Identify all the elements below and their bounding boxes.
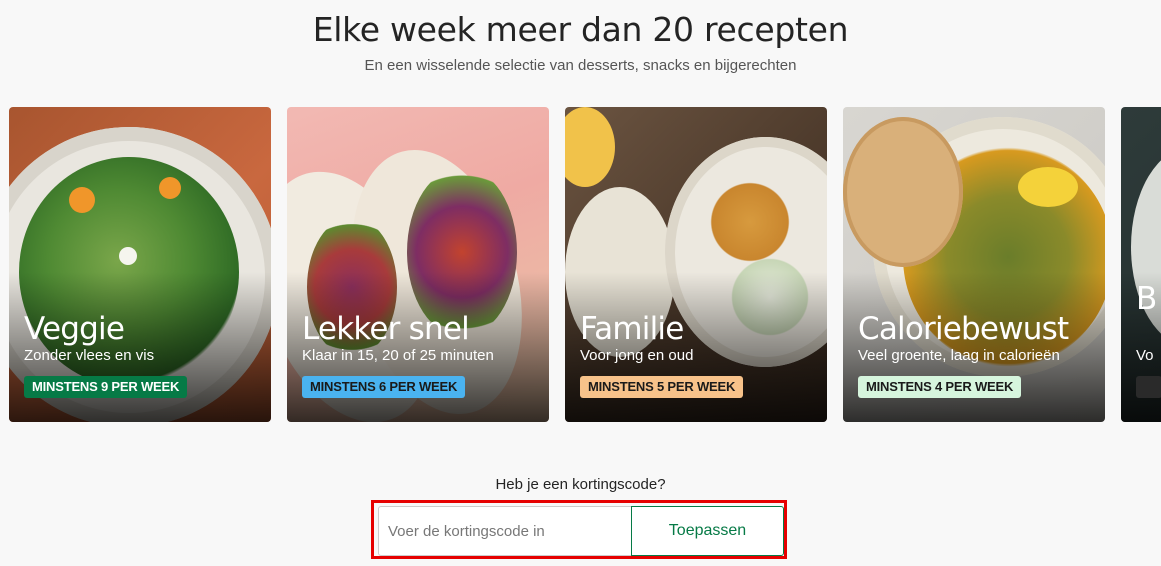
page-subtitle: En een wisselende selectie van desserts,…	[364, 57, 797, 74]
card-badge: MINSTENS 9 PER WEEK	[24, 376, 188, 398]
card-title: Caloriebewust	[858, 311, 1069, 347]
card-badge: MINSTENS 4 PER WEEK	[858, 376, 1022, 398]
card-title: Lekker snel	[302, 311, 470, 347]
card-badge: MINSTENS 6 PER WEEK	[302, 376, 466, 398]
discount-code-label: Heb je een kortingscode?	[495, 476, 666, 493]
card-description: Voor jong en oud	[580, 347, 694, 364]
category-card-familie[interactable]: Familie Voor jong en oud MINSTENS 5 PER …	[565, 107, 827, 422]
category-card-caloriebewust[interactable]: Caloriebewust Veel groente, laag in calo…	[843, 107, 1105, 422]
card-badge: MINSTENS 5 PER WEEK	[580, 376, 744, 398]
apply-discount-button[interactable]: Toepassen	[631, 506, 784, 556]
card-description: Veel groente, laag in calorieën	[858, 347, 1060, 364]
card-description: Klaar in 15, 20 of 25 minuten	[302, 347, 494, 364]
card-description: Vo	[1136, 347, 1154, 364]
category-card-partial[interactable]: B Vo	[1121, 107, 1161, 422]
card-badge	[1136, 376, 1161, 398]
card-title: Veggie	[24, 311, 125, 347]
category-card-veggie[interactable]: Veggie Zonder vlees en vis MINSTENS 9 PE…	[9, 107, 271, 422]
recipe-category-carousel: Veggie Zonder vlees en vis MINSTENS 9 PE…	[9, 107, 1161, 422]
page-title: Elke week meer dan 20 recepten	[312, 10, 849, 49]
discount-code-input[interactable]	[378, 506, 632, 556]
category-card-lekker-snel[interactable]: Lekker snel Klaar in 15, 20 of 25 minute…	[287, 107, 549, 422]
card-description: Zonder vlees en vis	[24, 347, 155, 364]
card-title: Familie	[580, 311, 684, 347]
card-title: B	[1136, 281, 1157, 317]
